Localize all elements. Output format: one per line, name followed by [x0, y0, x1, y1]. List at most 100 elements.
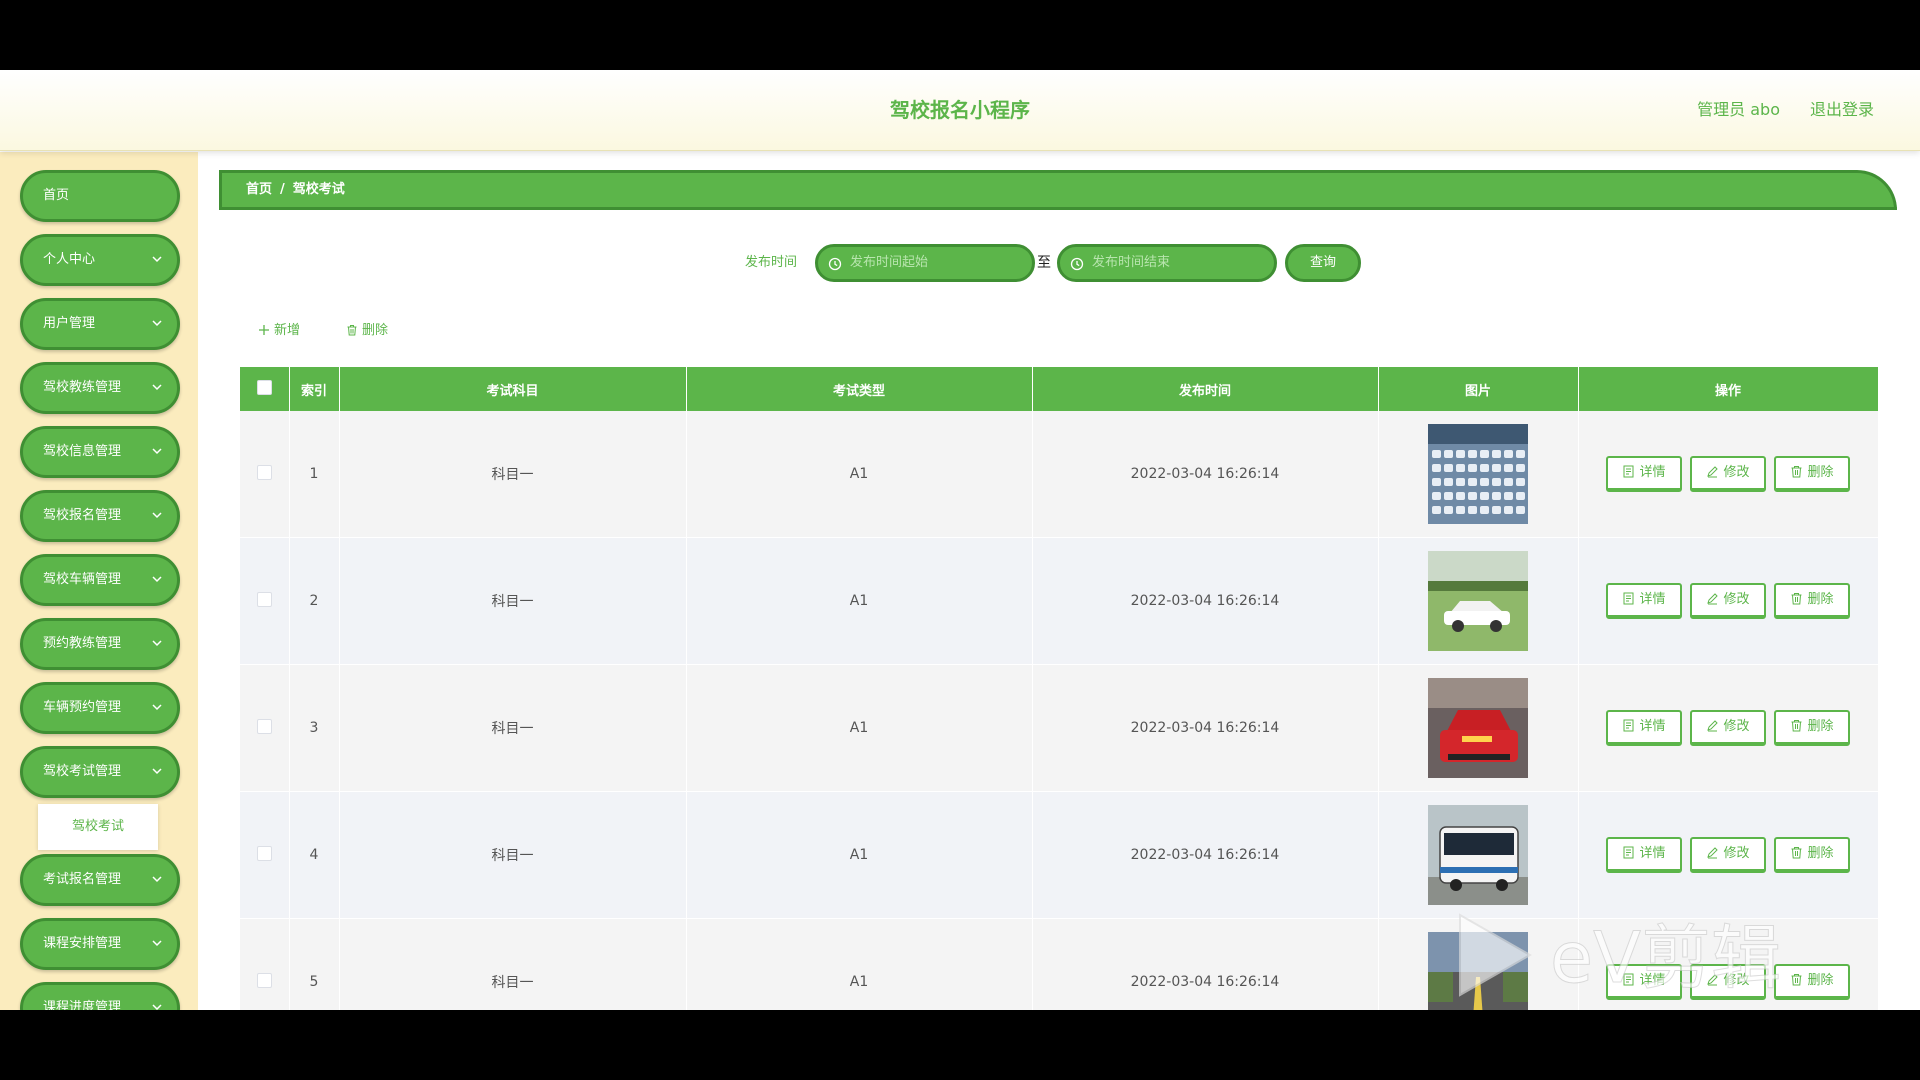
detail-button-label: 详情: [1639, 592, 1666, 607]
delete-button[interactable]: 删除: [1774, 837, 1850, 873]
cell-index: 2: [289, 537, 340, 665]
chevron-down-icon: [152, 1004, 162, 1010]
top-header: 驾校报名小程序 管理员 abo 退出登录: [0, 70, 1920, 151]
sidebar-item-11[interactable]: 课程安排管理: [20, 918, 180, 970]
range-separator: 至: [1037, 255, 1051, 271]
row-select-cell[interactable]: [240, 411, 290, 538]
row-select-cell[interactable]: [240, 537, 290, 665]
edit-button[interactable]: 修改: [1690, 583, 1766, 619]
delete-button[interactable]: 删除: [1774, 456, 1850, 492]
sidebar-item-0[interactable]: 首页: [20, 170, 180, 222]
delete-button[interactable]: 删除: [1774, 710, 1850, 746]
row-checkbox[interactable]: [256, 972, 272, 988]
cell-image: [1378, 411, 1579, 538]
sidebar-item-12[interactable]: 课程进度管理: [20, 982, 180, 1010]
thumbnail-image[interactable]: [1428, 551, 1528, 651]
search-button[interactable]: 查询: [1285, 244, 1361, 282]
cell-type: A1: [686, 411, 1033, 538]
end-date-input[interactable]: 发布时间结束: [1057, 244, 1277, 282]
detail-button[interactable]: 详情: [1606, 583, 1682, 619]
svg-text:eV剪辑: eV剪辑: [1550, 917, 1781, 999]
clock-icon: [828, 257, 842, 271]
detail-button[interactable]: 详情: [1606, 456, 1682, 492]
cell-index: 5: [289, 918, 340, 1010]
cell-index: 4: [289, 791, 340, 919]
sidebar-item-9[interactable]: 驾校考试管理: [20, 746, 180, 798]
edit-button-label: 修改: [1723, 719, 1750, 734]
cell-time: 2022-03-04 16:26:14: [1032, 411, 1379, 538]
row-checkbox[interactable]: [256, 591, 272, 607]
table-row[interactable]: 2 科目一 A1 2022-03-04 16:26:14 详情 修改 删除: [240, 537, 1878, 665]
thumbnail-image[interactable]: [1428, 678, 1528, 778]
cell-subject: 科目一: [339, 664, 687, 792]
row-select-cell[interactable]: [240, 918, 290, 1010]
chevron-down-icon: [152, 768, 162, 775]
row-checkbox[interactable]: [256, 845, 272, 861]
doc-icon: [1623, 465, 1634, 478]
cell-image: [1378, 791, 1579, 919]
edit-button[interactable]: 修改: [1690, 837, 1766, 873]
pencil-icon: [1707, 466, 1719, 478]
table-row[interactable]: 1 科目一 A1 2022-03-04 16:26:14 详情 修改 删除: [240, 411, 1878, 538]
doc-icon: [1623, 846, 1634, 859]
trash-icon: [1791, 847, 1802, 859]
logout-link[interactable]: 退出登录: [1810, 70, 1874, 150]
row-select-cell[interactable]: [240, 664, 290, 792]
table-row[interactable]: 3 科目一 A1 2022-03-04 16:26:14 详情 修改 删除: [240, 664, 1878, 792]
cell-actions: 详情 修改 删除: [1578, 664, 1878, 792]
cell-type: A1: [686, 664, 1033, 792]
sidebar-item-7[interactable]: 预约教练管理: [20, 618, 180, 670]
sidebar-item-label: 驾校教练管理: [43, 380, 122, 395]
thumbnail-image[interactable]: [1428, 424, 1528, 524]
cell-time: 2022-03-04 16:26:14: [1032, 537, 1379, 665]
sidebar-item-label: 车辆预约管理: [43, 700, 122, 715]
trash-icon: [1791, 466, 1802, 478]
sidebar-item-6[interactable]: 驾校车辆管理: [20, 554, 180, 606]
sidebar-item-4[interactable]: 驾校信息管理: [20, 426, 180, 478]
batch-delete-button[interactable]: 删除: [346, 316, 388, 346]
edit-button-label: 修改: [1723, 465, 1750, 480]
edit-button-label: 修改: [1723, 846, 1750, 861]
chevron-down-icon: [152, 448, 162, 455]
detail-button[interactable]: 详情: [1606, 710, 1682, 746]
submenu-item-exam[interactable]: 驾校考试: [38, 804, 158, 850]
sidebar-item-label: 考试报名管理: [43, 872, 122, 887]
delete-button-label: 删除: [1807, 719, 1834, 734]
cell-type: A1: [686, 791, 1033, 919]
current-user: 管理员 abo: [1697, 100, 1780, 119]
start-date-placeholder: 发布时间起始: [850, 255, 929, 270]
detail-button-label: 详情: [1639, 846, 1666, 861]
edit-button[interactable]: 修改: [1690, 456, 1766, 492]
edit-button[interactable]: 修改: [1690, 710, 1766, 746]
start-date-input[interactable]: 发布时间起始: [815, 244, 1035, 282]
cell-image: [1378, 537, 1579, 665]
chevron-down-icon: [152, 512, 162, 519]
breadcrumb-home[interactable]: 首页: [246, 182, 272, 197]
sidebar-item-5[interactable]: 驾校报名管理: [20, 490, 180, 542]
select-all-header[interactable]: [240, 367, 290, 411]
cell-index: 1: [289, 411, 340, 538]
cell-subject: 科目一: [339, 918, 687, 1010]
chevron-down-icon: [152, 704, 162, 711]
sidebar-item-8[interactable]: 车辆预约管理: [20, 682, 180, 734]
detail-button[interactable]: 详情: [1606, 837, 1682, 873]
clock-icon: [1070, 257, 1084, 271]
breadcrumb-separator: /: [280, 182, 285, 197]
chevron-down-icon: [152, 576, 162, 583]
cell-subject: 科目一: [339, 791, 687, 919]
row-checkbox[interactable]: [256, 718, 272, 734]
row-select-cell[interactable]: [240, 791, 290, 919]
thumbnail-image[interactable]: [1428, 805, 1528, 905]
sidebar-item-2[interactable]: 用户管理: [20, 298, 180, 350]
cell-actions: 详情 修改 删除: [1578, 537, 1878, 665]
batch-delete-label: 删除: [362, 323, 389, 338]
delete-button[interactable]: 删除: [1774, 583, 1850, 619]
row-checkbox[interactable]: [256, 464, 272, 480]
trash-icon: [347, 325, 357, 336]
sidebar-item-3[interactable]: 驾校教练管理: [20, 362, 180, 414]
sidebar-item-10[interactable]: 考试报名管理: [20, 854, 180, 906]
chevron-down-icon: [152, 320, 162, 327]
add-button[interactable]: 新增: [258, 316, 300, 346]
table-row[interactable]: 4 科目一 A1 2022-03-04 16:26:14 详情 修改 删除: [240, 791, 1878, 919]
select-all-checkbox[interactable]: [256, 379, 272, 395]
